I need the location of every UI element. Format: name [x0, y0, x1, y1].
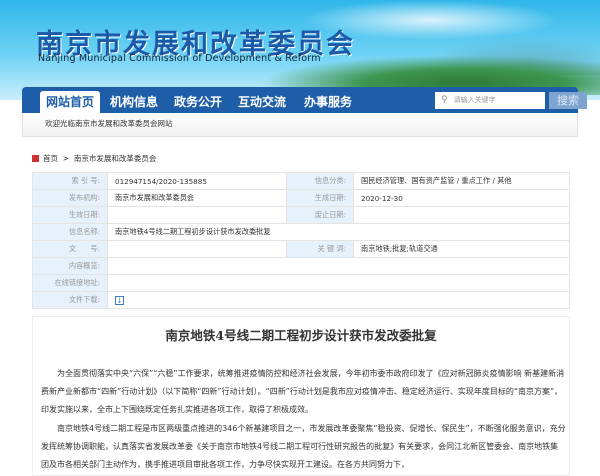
breadcrumb-current[interactable]: 南京市发展和改革委员会: [74, 154, 157, 163]
category-label: 信息分类:: [286, 172, 354, 190]
breadcrumb: 首页 > 南京市发展和改革委员会: [32, 153, 156, 164]
home-icon: [32, 155, 39, 162]
summary-value: [107, 257, 570, 275]
date-label: 生成日期:: [286, 189, 354, 207]
nav-services[interactable]: 办事服务: [298, 91, 358, 113]
header-banner: 南京市发展和改革委员会 Nanjing Municipal Commission…: [0, 0, 600, 100]
article-paragraph: 南京地铁4号线二期工程是市区两级重点推进的346个新基建项目之一，市发展改革委聚…: [41, 424, 566, 469]
keywords-value: 南京地铁;批复;轨道交通: [353, 240, 570, 258]
summary-label: 内容概览:: [32, 257, 108, 275]
article-title: 南京地铁4号线二期工程初步设计获市发改委批复: [165, 328, 437, 343]
download-icon[interactable]: ↓: [115, 295, 124, 305]
download-label: 文件下载:: [32, 291, 108, 309]
publisher-value: 南京市发展和改革委员会: [107, 189, 287, 207]
search-placeholder: 请输入关键字: [453, 96, 496, 104]
breadcrumb-home[interactable]: 首页: [43, 154, 58, 163]
search-input[interactable]: ⚲ 请输入关键字: [435, 92, 545, 109]
nav-organization[interactable]: 机构信息: [104, 91, 164, 113]
article-paragraph: 为全面贯彻落实中央“六保”“六稳”工作要求，统筹推进疫情防控和经济社会发展，今年…: [41, 369, 565, 414]
expire-value: [353, 206, 570, 224]
publisher-label: 发布机构:: [32, 189, 108, 207]
welcome-bar: 欢迎光临南京市发展和改革委员会网站: [22, 113, 578, 137]
nav-interaction[interactable]: 互动交流: [232, 91, 292, 113]
nav-home[interactable]: 网站首页: [40, 91, 100, 113]
category-value: 国民经济管理、国有资产监管 / 重点工作 / 其他: [353, 172, 570, 190]
search-icon: ⚲: [441, 95, 448, 105]
search-button[interactable]: 搜索: [549, 92, 587, 109]
breadcrumb-separator: >: [62, 154, 70, 163]
main-nav: 网站首页 机构信息 政务公开 互动交流 办事服务 ⚲ 请输入关键字 搜索: [22, 87, 587, 113]
effective-value: [107, 206, 287, 224]
download-cell: ↓: [107, 291, 570, 309]
keywords-label: 关 键 词:: [286, 240, 354, 258]
link-label: 在线链接地址:: [32, 274, 108, 292]
docno-value: [107, 240, 287, 258]
index-label: 索 引 号:: [32, 172, 108, 190]
expire-label: 废止日期:: [286, 206, 354, 224]
date-value: 2020-12-30: [353, 189, 570, 207]
site-subtitle: Nanjing Municipal Commission of Developm…: [38, 53, 321, 64]
article: 南京地铁4号线二期工程初步设计获市发改委批复 为全面贯彻落实中央“六保”“六稳”…: [32, 316, 570, 476]
index-value: 012947154/2020-135885: [107, 172, 287, 190]
nav-government-affairs[interactable]: 政务公开: [168, 91, 228, 113]
name-value: 南京地铁4号线二期工程初步设计获市发改委批复: [107, 223, 570, 241]
link-value: [107, 274, 570, 292]
info-table: 索 引 号: 012947154/2020-135885 信息分类: 国民经济管理、国…: [32, 172, 570, 309]
docno-label: 文 号:: [32, 240, 108, 258]
name-label: 信息名称:: [32, 223, 108, 241]
effective-label: 生效日期:: [32, 206, 108, 224]
